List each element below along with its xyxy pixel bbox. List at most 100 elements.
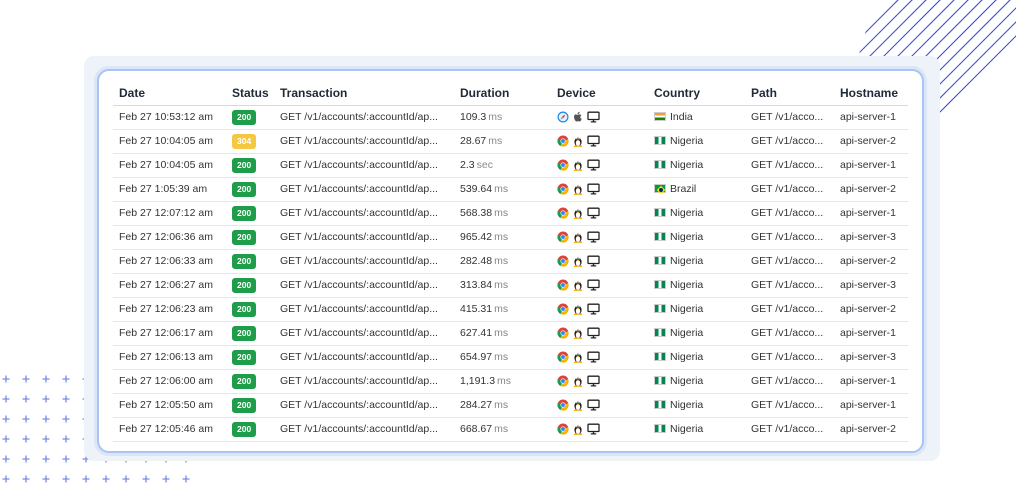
cell-status: 200 [226,417,274,442]
duration-unit: ms [494,423,509,435]
table-row[interactable]: Feb 27 10:53:12 am 200 GET /v1/accounts/… [113,105,908,130]
column-header-date[interactable]: Date [113,81,226,106]
duration-value: 284.27 [460,399,493,411]
desktop-icon [587,183,600,195]
table-row[interactable]: Feb 27 1:05:39 am 200 GET /v1/accounts/:… [113,177,908,202]
column-header-hostname[interactable]: Hostname [834,81,908,106]
cell-duration: 28.67 ms [454,129,551,154]
country-name: Nigeria [670,375,704,387]
status-badge: 200 [232,397,257,413]
column-header-device[interactable]: Device [551,81,648,106]
table-row[interactable]: Feb 27 12:06:17 am 200 GET /v1/accounts/… [113,321,908,346]
chrome-icon [557,303,569,315]
cell-date: Feb 27 10:04:05 am [113,129,226,154]
cell-country: Nigeria [648,201,745,226]
column-header-transaction[interactable]: Transaction [274,81,454,106]
table-row[interactable]: Feb 27 10:04:05 am 304 GET /v1/accounts/… [113,129,908,154]
cell-hostname: api-server-2 [834,177,908,202]
linux-icon [572,327,584,340]
cell-hostname: api-server-1 [834,393,908,418]
country-name: Brazil [670,183,697,195]
device-icons [557,375,600,388]
table-row[interactable]: Feb 27 12:06:27 am 200 GET /v1/accounts/… [113,273,908,298]
cell-duration: 282.48 ms [454,249,551,274]
cell-hostname: api-server-1 [834,105,908,130]
cell-path: GET /v1/acco... [745,345,834,370]
cell-hostname: api-server-2 [834,417,908,442]
table-row[interactable]: Feb 27 12:06:36 am 200 GET /v1/accounts/… [113,225,908,250]
country-flag-icon [654,160,666,169]
country-flag-icon [654,328,666,337]
device-icons [557,351,600,364]
chrome-icon [557,231,569,243]
cell-device [551,105,648,130]
cell-date: Feb 27 12:05:46 am [113,417,226,442]
device-icons [557,183,600,196]
duration-value: 568.38 [460,207,493,219]
duration-unit: ms [494,207,509,219]
country-name: Nigeria [670,423,704,435]
country-name: India [670,111,693,123]
cell-date: Feb 27 12:06:13 am [113,345,226,370]
duration-value: 109.3 [460,111,487,123]
cell-date: Feb 27 12:06:33 am [113,249,226,274]
desktop-icon [587,375,600,387]
cell-date: Feb 27 12:06:36 am [113,225,226,250]
status-badge: 200 [232,157,257,173]
cell-hostname: api-server-1 [834,369,908,394]
duration-value: 2.3 [460,159,475,171]
cell-transaction: GET /v1/accounts/:accountId/ap... [274,297,454,322]
cell-status: 200 [226,273,274,298]
device-icons [557,303,600,316]
cell-transaction: GET /v1/accounts/:accountId/ap... [274,273,454,298]
status-badge: 200 [232,205,257,221]
cell-transaction: GET /v1/accounts/:accountId/ap... [274,393,454,418]
cell-country: Brazil [648,177,745,202]
table-row[interactable]: Feb 27 12:07:12 am 200 GET /v1/accounts/… [113,201,908,226]
cell-country: Nigeria [648,369,745,394]
cell-transaction: GET /v1/accounts/:accountId/ap... [274,153,454,178]
linux-icon [572,231,584,244]
chrome-icon [557,183,569,195]
cell-status: 200 [226,105,274,130]
country-name: Nigeria [670,279,704,291]
duration-unit: ms [494,231,509,243]
transactions-table: Date Status Transaction Duration Device … [113,81,908,442]
column-header-duration[interactable]: Duration [454,81,551,106]
table-row[interactable]: Feb 27 12:05:50 am 200 GET /v1/accounts/… [113,393,908,418]
table-row[interactable]: Feb 27 12:06:33 am 200 GET /v1/accounts/… [113,249,908,274]
table-row[interactable]: Feb 27 12:05:46 am 200 GET /v1/accounts/… [113,417,908,442]
column-header-status[interactable]: Status [226,81,274,106]
country-flag-icon [654,352,666,361]
status-badge: 200 [232,373,257,389]
table-row[interactable]: Feb 27 12:06:00 am 200 GET /v1/accounts/… [113,369,908,394]
table-row[interactable]: Feb 27 10:04:05 am 200 GET /v1/accounts/… [113,153,908,178]
duration-value: 965.42 [460,231,493,243]
table-row[interactable]: Feb 27 12:06:13 am 200 GET /v1/accounts/… [113,345,908,370]
cell-hostname: api-server-3 [834,273,908,298]
cell-transaction: GET /v1/accounts/:accountId/ap... [274,105,454,130]
cell-device [551,417,648,442]
country-name: Nigeria [670,327,704,339]
table-row[interactable]: Feb 27 12:06:23 am 200 GET /v1/accounts/… [113,297,908,322]
country-flag-icon [654,424,666,433]
device-icons [557,207,600,220]
safari-icon [557,111,569,123]
cell-path: GET /v1/acco... [745,225,834,250]
chrome-icon [557,375,569,387]
status-badge: 200 [232,349,257,365]
duration-unit: ms [488,111,503,123]
cell-transaction: GET /v1/accounts/:accountId/ap... [274,321,454,346]
country-flag-icon [654,208,666,217]
cell-country: Nigeria [648,153,745,178]
column-header-path[interactable]: Path [745,81,834,106]
country-flag-icon [654,376,666,385]
duration-value: 668.67 [460,423,493,435]
country-name: Nigeria [670,255,704,267]
column-header-country[interactable]: Country [648,81,745,106]
country-flag-icon [654,112,666,121]
desktop-icon [587,351,600,363]
cell-status: 304 [226,129,274,154]
cell-path: GET /v1/acco... [745,249,834,274]
cell-date: Feb 27 12:06:27 am [113,273,226,298]
